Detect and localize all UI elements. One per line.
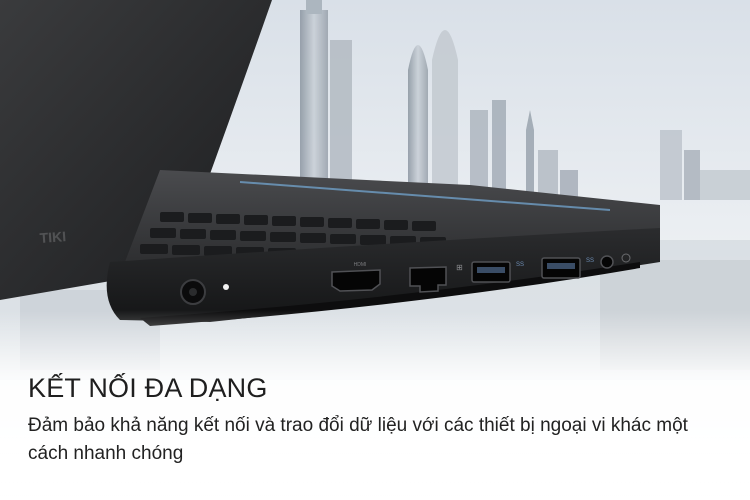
power-led-icon [223,284,229,290]
watermark-logo: TIKI [39,228,67,246]
power-jack-icon [180,279,206,305]
feature-description: Đảm bảo khả năng kết nối và trao đổi dữ … [28,415,688,464]
feature-heading: KẾT NỐI ĐA DẠNG [28,373,268,403]
usb-port-label: SS [516,262,524,268]
feature-caption: KẾT NỐI ĐA DẠNG Đảm bảo khả năng kết nối… [28,372,728,468]
svg-text:⊞: ⊞ [456,263,463,272]
hdmi-port-label: HDMI [354,262,367,268]
usb-port-label: SS [586,258,594,264]
